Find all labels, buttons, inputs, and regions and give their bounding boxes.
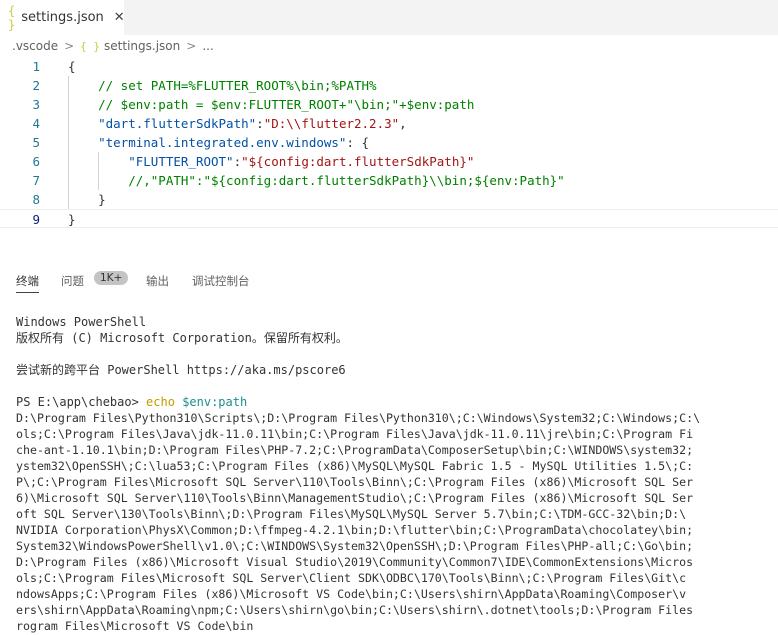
terminal-variable: $env:path (182, 395, 248, 409)
code-text: "FLUTTER_ROOT":"${config:dart.flutterSdk… (68, 152, 474, 171)
terminal-output-line: rogram Files\Microsoft VS Code\bin (16, 619, 254, 633)
breadcrumb-more[interactable]: ... (202, 39, 213, 53)
code-text: //,"PATH":"${config:dart.flutterSdkPath}… (68, 171, 565, 190)
line-number: 3 (32, 97, 40, 112)
code-text: "dart.flutterSdkPath":"D:\\flutter2.2.3"… (68, 114, 407, 133)
terminal-header-line: Windows PowerShell (16, 315, 147, 329)
line-number: 8 (32, 192, 40, 207)
tab-debug-console[interactable]: 调试控制台 (192, 273, 250, 289)
breadcrumb: .vscode > { } settings.json > ... (0, 35, 778, 57)
code-token: : (233, 154, 242, 169)
code-token: //,"PATH":"${config:dart.flutterSdkPath}… (68, 173, 565, 188)
code-line[interactable]: 5 "terminal.integrated.env.windows": { (0, 133, 778, 152)
close-icon[interactable]: ✕ (114, 10, 125, 25)
code-token: : (256, 116, 264, 131)
code-line[interactable]: 8 } (0, 190, 778, 209)
terminal-prompt: PS E:\app\chebao> (16, 395, 147, 409)
terminal-output[interactable]: Windows PowerShell 版权所有 (C) Microsoft Co… (16, 314, 778, 634)
code-token: // $env:path = $env:FLUTTER_ROOT+"\bin;"… (68, 97, 475, 112)
code-token: , (399, 116, 407, 131)
code-text: "terminal.integrated.env.windows": { (68, 133, 369, 152)
line-number: 4 (32, 116, 40, 131)
terminal-output-line: ystem32\OpenSSH\;C:\lua53;C:\Program Fil… (16, 459, 694, 473)
code-line[interactable]: 4 "dart.flutterSdkPath":"D:\\flutter2.2.… (0, 114, 778, 133)
code-text: { (68, 57, 76, 76)
terminal-command: echo (146, 395, 175, 409)
breadcrumb-file[interactable]: settings.json (104, 39, 180, 53)
tab-problems[interactable]: 问题 (61, 273, 84, 289)
terminal-output-line: D:\Program Files (x86)\Microsoft Visual … (16, 555, 694, 569)
terminal-output-line: oft SQL Server\130\Tools\Binn\;D:\Progra… (16, 507, 687, 521)
code-text: } (68, 190, 106, 209)
panel-tab-bar: 终端 问题 1K+ 输出 调试控制台 (0, 270, 778, 294)
code-line[interactable]: 7 //,"PATH":"${config:dart.flutterSdkPat… (0, 171, 778, 190)
tab-settings-json[interactable]: { } settings.json ✕ (0, 0, 125, 35)
terminal-output-line: ndowsApps;C:\Program Files (x86)\Microso… (16, 587, 687, 601)
terminal-output-line: NVIDIA Corporation\PhysX\Common;D:\ffmpe… (16, 523, 694, 537)
code-line[interactable]: 2 // set PATH=%FLUTTER_ROOT%\bin;%PATH% (0, 76, 778, 95)
line-number: 1 (32, 59, 40, 74)
code-token: "terminal.integrated.env.windows" (98, 135, 347, 150)
code-token: // set PATH=%FLUTTER_ROOT%\bin;%PATH% (68, 78, 377, 93)
terminal-output-line: ols;C:\Program Files\Microsoft SQL Serve… (16, 571, 687, 585)
problems-count-badge: 1K+ (94, 271, 129, 285)
terminal-header-line: 版权所有 (C) Microsoft Corporation。保留所有权利。 (16, 331, 348, 345)
editor-tab-bar: { } settings.json ✕ (0, 0, 778, 35)
terminal-output-line: 6)\Microsoft SQL Server\110\Tools\Binn\M… (16, 491, 694, 505)
line-number: 5 (32, 135, 40, 150)
code-token: "dart.flutterSdkPath" (98, 116, 257, 131)
code-token: { (68, 59, 76, 74)
tab-output[interactable]: 输出 (146, 273, 169, 289)
code-line[interactable]: 3 // $env:path = $env:FLUTTER_ROOT+"\bin… (0, 95, 778, 114)
line-number: 7 (32, 173, 40, 188)
line-number: 6 (32, 154, 40, 169)
json-braces-icon: { } (8, 3, 16, 32)
code-token: } (68, 212, 76, 227)
terminal-prompt-line: PS E:\app\chebao> echo $env:path (16, 394, 778, 410)
terminal-output-line: D:\Program Files\Python310\Scripts\;D:\P… (16, 411, 701, 425)
terminal-output-line: P\;C:\Program Files\Microsoft SQL Server… (16, 475, 694, 489)
code-line[interactable]: 9} (0, 209, 778, 228)
breadcrumb-folder[interactable]: .vscode (12, 39, 58, 53)
code-text: // set PATH=%FLUTTER_ROOT%\bin;%PATH% (68, 76, 377, 95)
code-token: : { (346, 135, 370, 150)
terminal-output-line: ers\shirn\AppData\Roaming\npm;C:\Users\s… (16, 603, 694, 617)
tab-terminal[interactable]: 终端 (16, 273, 39, 293)
terminal-output-line: System32\WindowsPowerShell\v1.0\;C:\WIND… (16, 539, 694, 553)
json-braces-icon: { } (80, 39, 101, 53)
code-editor[interactable]: 1{2 // set PATH=%FLUTTER_ROOT%\bin;%PATH… (0, 57, 778, 237)
tab-label: settings.json (21, 10, 104, 25)
terminal-header-line: 尝试新的跨平台 PowerShell https://aka.ms/pscore… (16, 363, 346, 377)
terminal-output-line: ols;C:\Program Files\Java\jdk-11.0.11\bi… (16, 427, 694, 441)
line-number: 2 (32, 78, 40, 93)
code-line[interactable]: 1{ (0, 57, 778, 76)
code-token: } (68, 192, 106, 207)
terminal-output-line: che-ant-1.10.1\bin;D:\Program Files\PHP-… (16, 443, 694, 457)
line-number: 9 (32, 212, 40, 227)
code-token: "FLUTTER_ROOT" (128, 154, 234, 169)
code-text: // $env:path = $env:FLUTTER_ROOT+"\bin;"… (68, 95, 474, 114)
code-token: "${config:dart.flutterSdkPath}" (241, 154, 475, 169)
code-token: "D:\\flutter2.2.3" (263, 116, 400, 131)
code-text: } (68, 210, 76, 229)
code-line[interactable]: 6 "FLUTTER_ROOT":"${config:dart.flutterS… (0, 152, 778, 171)
chevron-right-icon: > (64, 39, 75, 53)
chevron-right-icon: > (186, 39, 197, 53)
